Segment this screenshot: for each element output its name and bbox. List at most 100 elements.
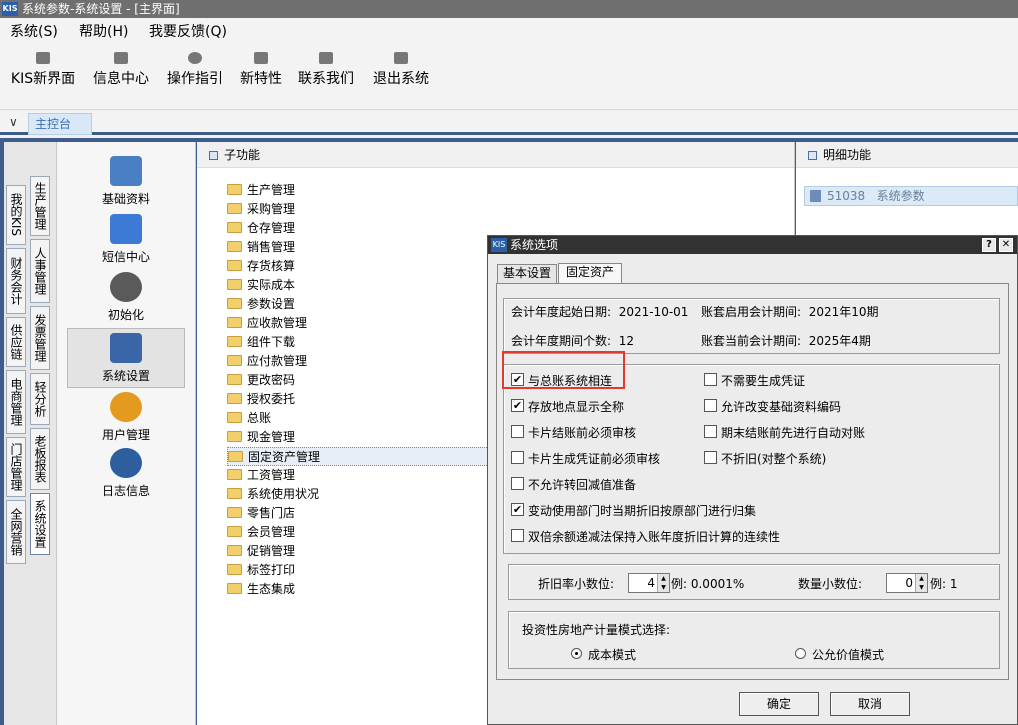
tree-item[interactable]: 工资管理 [227, 466, 527, 485]
tree-item[interactable]: 存货核算 [227, 257, 527, 276]
menu-help[interactable]: 帮助(H) [79, 21, 128, 41]
checkbox-left-3[interactable] [511, 451, 524, 464]
checkbox-left-1[interactable]: ✔ [511, 399, 524, 412]
spin-arrows-icon[interactable]: ▲ ▼ [657, 574, 669, 592]
checkbox-left-6[interactable] [511, 529, 524, 542]
tree-item[interactable]: 促销管理 [227, 542, 527, 561]
operation-guide-button[interactable]: 操作指引 [163, 50, 227, 98]
vtab-light-analysis[interactable]: 轻分析 [30, 373, 50, 425]
tree-item-label: 仓存管理 [247, 221, 296, 235]
checkbox-right-0[interactable] [704, 373, 717, 386]
option-label-right-3: 不折旧(对整个系统) [721, 452, 827, 466]
vtab-omni-marketing[interactable]: 全网营销 [6, 500, 26, 564]
folder-icon [227, 374, 242, 385]
vtab-boss-report[interactable]: 老板报表 [30, 428, 50, 490]
tree-item[interactable]: 实际成本 [227, 276, 527, 295]
tree-item[interactable]: 会员管理 [227, 523, 527, 542]
tree-item[interactable]: 总账 [227, 409, 527, 428]
info-center-button[interactable]: 信息中心 [89, 50, 153, 98]
monitor-icon [110, 333, 142, 363]
vtab-system-settings[interactable]: 系统设置 [30, 493, 50, 555]
checkbox-left-4[interactable] [511, 477, 524, 490]
rate-example: 例: 0.0001% [671, 577, 745, 591]
exit-icon [394, 52, 408, 64]
kis-new-ui-button[interactable]: KIS新界面 [6, 50, 80, 98]
exit-system-button[interactable]: 退出系统 [368, 50, 434, 98]
tree-item[interactable]: 应收款管理 [227, 314, 527, 333]
vtab-production[interactable]: 生产管理 [30, 176, 50, 236]
tree-item[interactable]: 组件下载 [227, 333, 527, 352]
tab-main-console[interactable]: 主控台 [28, 113, 92, 135]
menu-feedback[interactable]: 我要反馈(Q) [149, 21, 227, 41]
tab-fixed-assets[interactable]: 固定资产 [558, 263, 622, 283]
tree-item[interactable]: 标签打印 [227, 561, 527, 580]
menu-system[interactable]: 系统(S) [10, 21, 58, 41]
tree-item[interactable]: 现金管理 [227, 428, 527, 447]
sms-icon [110, 214, 142, 244]
current-period-value: 2025年4期 [808, 334, 871, 348]
vtab-hr[interactable]: 人事管理 [30, 239, 50, 303]
tree-item[interactable]: 授权委托 [227, 390, 527, 409]
vtab-invoice[interactable]: 发票管理 [30, 306, 50, 370]
tree-item[interactable]: 生态集成 [227, 580, 527, 599]
tree-item[interactable]: 更改密码 [227, 371, 527, 390]
contact-us-button[interactable]: 联系我们 [294, 50, 358, 98]
tree-item[interactable]: 零售门店 [227, 504, 527, 523]
menu-bar: 系统(S) 帮助(H) 我要反馈(Q) [0, 18, 1018, 44]
checkbox-left-5[interactable]: ✔ [511, 503, 524, 516]
tree-item[interactable]: 销售管理 [227, 238, 527, 257]
dialog-title-bar: KIS 系统选项 ? ✕ [488, 236, 1017, 254]
tree-item[interactable]: 生产管理 [227, 181, 527, 200]
sms-center-item[interactable]: 短信中心 [67, 214, 185, 270]
vtab-store[interactable]: 门店管理 [6, 437, 26, 497]
function-icon-column: 基础资料 短信中心 初始化 系统设置 用户管理 日志信息 [56, 142, 196, 725]
clock-icon [110, 448, 142, 478]
folder-icon [227, 241, 242, 252]
tree-item[interactable]: 参数设置 [227, 295, 527, 314]
vtab-finance[interactable]: 财务会计 [6, 248, 26, 314]
current-period-label: 账套当前会计期间: 2025年4期 [701, 334, 871, 348]
checkbox-left-2[interactable] [511, 425, 524, 438]
spin-arrows-icon[interactable]: ▲ ▼ [915, 574, 927, 592]
user-management-item[interactable]: 用户管理 [67, 392, 185, 448]
initialization-item[interactable]: 初始化 [67, 272, 185, 328]
vtab-ecommerce[interactable]: 电商管理 [6, 370, 26, 434]
tab-basic-settings[interactable]: 基本设置 [497, 264, 557, 283]
ok-button[interactable]: 确定 [739, 692, 819, 716]
rate-decimal-stepper[interactable]: 4 ▲ ▼ [628, 573, 670, 593]
chevron-down-icon[interactable]: ∨ [9, 115, 18, 129]
tree-item-label: 授权委托 [247, 392, 296, 406]
help-button[interactable]: ? [982, 238, 996, 252]
option-label-left-1: 存放地点显示全称 [528, 400, 625, 414]
folder-icon [227, 393, 242, 404]
qty-decimal-stepper[interactable]: 0 ▲ ▼ [886, 573, 928, 593]
kis-new-ui-label: KIS新界面 [10, 71, 76, 87]
kis-logo-icon: KIS [2, 2, 18, 16]
cancel-button[interactable]: 取消 [830, 692, 910, 716]
tree-item[interactable]: 固定资产管理 [227, 447, 527, 466]
tree-item-label: 实际成本 [247, 278, 296, 292]
window-title: 系统参数-系统设置 - [主界面] [22, 2, 180, 16]
realestate-label: 投资性房地产计量模式选择: [522, 623, 671, 637]
checkbox-right-2[interactable] [704, 425, 717, 438]
option-label-left-6: 双倍余额递减法保持入账年度折旧计算的连续性 [528, 530, 781, 544]
log-info-item[interactable]: 日志信息 [67, 448, 185, 504]
fair-value-radio[interactable] [795, 648, 806, 659]
vtab-my-kis[interactable]: 我的KIS [6, 185, 26, 245]
tree-item[interactable]: 应付款管理 [227, 352, 527, 371]
close-button[interactable]: ✕ [999, 238, 1013, 252]
new-features-button[interactable]: 新特性 [236, 50, 286, 98]
cost-mode-radio[interactable] [571, 648, 582, 659]
tree-item-label: 总账 [247, 411, 272, 425]
tree-item[interactable]: 仓存管理 [227, 219, 527, 238]
checkbox-right-1[interactable] [704, 399, 717, 412]
basic-data-item[interactable]: 基础资料 [67, 156, 185, 212]
system-settings-item[interactable]: 系统设置 [67, 328, 185, 388]
qty-decimal-label: 数量小数位: [798, 577, 863, 591]
detail-row-system-params[interactable]: 51038 系统参数 [804, 186, 1018, 206]
tree-item[interactable]: 系统使用状况 [227, 485, 527, 504]
vtab-supply-chain[interactable]: 供应链 [6, 317, 26, 367]
period-count-label: 会计年度期间个数: 12 [511, 334, 634, 348]
checkbox-right-3[interactable] [704, 451, 717, 464]
tree-item[interactable]: 采购管理 [227, 200, 527, 219]
